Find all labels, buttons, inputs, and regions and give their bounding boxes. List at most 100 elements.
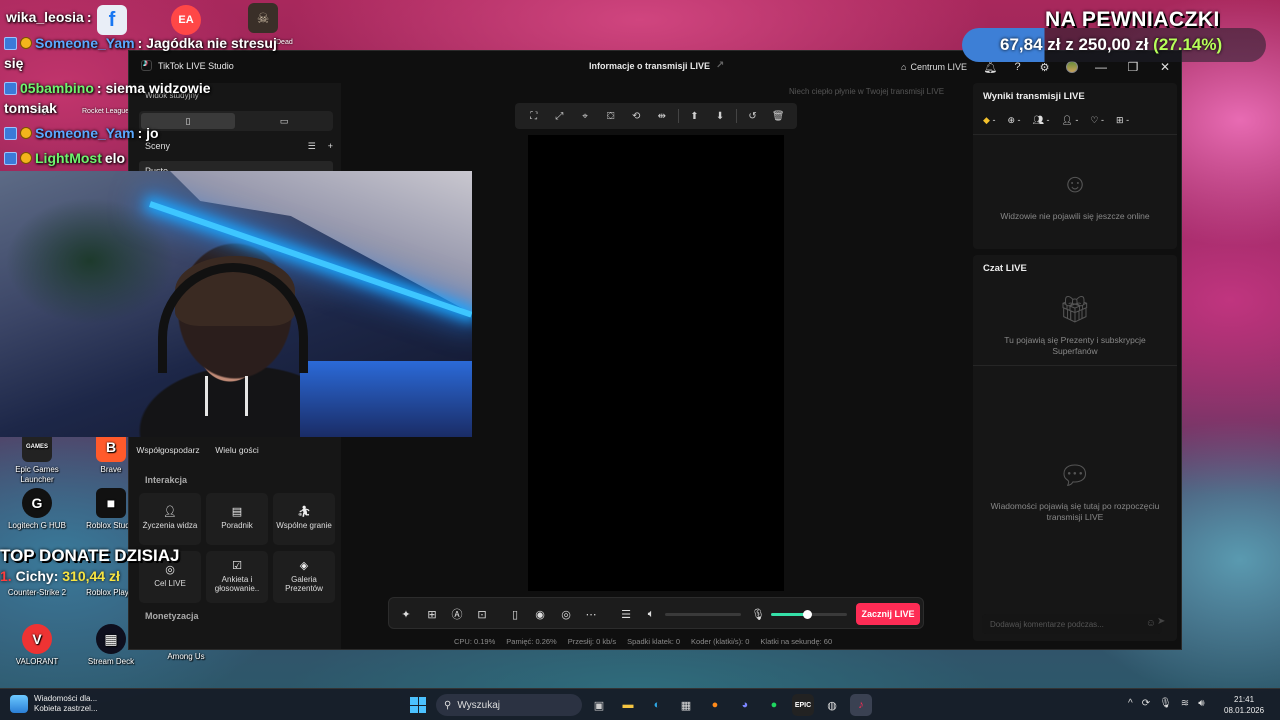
dead-game-label: Dead	[276, 39, 293, 46]
tile-label: Ankieta i głosowanie..	[214, 574, 260, 593]
centrum-live-button[interactable]: ⌂ Centrum LIVE	[891, 51, 977, 83]
ai-icon[interactable]: Ⓐ	[449, 606, 465, 622]
add-scene-icon[interactable]: +	[328, 141, 333, 152]
share-icon[interactable]: ↗	[716, 60, 724, 71]
undo-icon[interactable]: ↺	[740, 103, 766, 129]
more-icon[interactable]: ⋯	[583, 606, 599, 622]
metric-gifts[interactable]: ⊞ -	[1116, 115, 1129, 126]
chat-text: :	[86, 9, 92, 25]
chat-message: się	[4, 55, 23, 71]
poll-icon: ☑	[232, 559, 242, 572]
diamond-icon: ◆	[983, 115, 990, 125]
desktop-icon-logitech[interactable]: G Logitech G HUB	[0, 488, 74, 531]
scenes-label: Sceny	[145, 141, 171, 151]
poll-tile[interactable]: ☑ Ankieta i głosowanie..	[206, 551, 268, 603]
search-placeholder: Wyszukaj	[457, 699, 501, 711]
top-donate-widget: TOP DONATE DZISIAJ 1. Cichy: 310,44 zł	[0, 546, 179, 584]
add-source-icon[interactable]: ⊞	[424, 606, 440, 622]
results-empty-text: Widzowie nie pojawili się jeszcze online	[1000, 211, 1150, 221]
center-icon[interactable]: ⌖	[572, 103, 598, 129]
layer-down-icon[interactable]: ⬇	[707, 103, 733, 129]
multi-guest-button[interactable]: Wielu gości	[206, 439, 268, 461]
metric-coins[interactable]: ⊕ -	[1007, 115, 1020, 126]
select-all-icon[interactable]: ⛶	[521, 103, 547, 129]
co-play-tile[interactable]: ⛹︎ Wspólne granie	[273, 493, 335, 545]
gift-icon: ⊞	[1116, 115, 1124, 125]
rotate-icon[interactable]: ⟲	[623, 103, 649, 129]
chat-text: elo	[104, 150, 126, 166]
landscape-view-button[interactable]: ▭	[237, 113, 331, 129]
tiktok-live-taskbar-icon[interactable]: ♪	[850, 694, 872, 716]
start-live-button[interactable]: Zacznij LIVE	[856, 603, 920, 625]
store-icon[interactable]: ▦	[675, 694, 697, 716]
discord-icon[interactable]: ◕	[734, 694, 756, 716]
ea-app-icon[interactable]: EA	[171, 5, 201, 35]
live-results-card: Wyniki transmisji LIVE ◆ - ⊕ - 👥︎ - 👤︎ -…	[973, 83, 1177, 249]
stream-info-title[interactable]: Informacje o transmisji LIVE ↗	[589, 60, 724, 71]
chat-message: wika_leosia :	[6, 9, 92, 25]
record-icon[interactable]: ◉	[532, 606, 548, 622]
volume-icon[interactable]: 🔊︎	[1198, 698, 1204, 709]
clock[interactable]: 21:41 08.01.2026	[1224, 694, 1264, 716]
cohost-button[interactable]: Współgospodarz	[136, 439, 199, 461]
sync-icon[interactable]: ⟳	[1142, 698, 1150, 709]
desktop-icon-epic-games[interactable]: GAMES Epic Games Launcher	[0, 432, 74, 485]
stream-deck-icon: ▦	[96, 624, 126, 654]
settings-sliders-icon[interactable]: ☰	[618, 606, 634, 622]
dead-game-icon[interactable]: ☠	[248, 3, 278, 33]
metric-followers[interactable]: 👤︎ -	[1061, 115, 1078, 126]
desktop-icon-among-us[interactable]: Among Us	[149, 652, 223, 662]
news-text: Wiadomości dla... Kobieta zastrzel...	[34, 694, 98, 714]
facebook-icon[interactable]: f	[97, 5, 127, 35]
microphone-tray-icon[interactable]: 🎙︎	[1159, 698, 1172, 709]
desktop-icon-cs2[interactable]: Counter-Strike 2	[0, 588, 74, 598]
mic-volume-knob[interactable]	[802, 610, 812, 619]
metric-likes[interactable]: ♡ -	[1090, 115, 1104, 126]
system-tray: ^ ⟳ 🎙︎ ≋ 🔊︎	[1128, 698, 1205, 709]
epic-games-taskbar-icon[interactable]: EPIC	[792, 694, 814, 716]
layer-up-icon[interactable]: ⬆	[682, 103, 708, 129]
steam-icon[interactable]: ◍	[821, 694, 843, 716]
edge-icon[interactable]: ◐	[646, 694, 668, 716]
desktop-icon-valorant[interactable]: V VALORANT	[0, 624, 74, 667]
taskbar-search[interactable]: ⚲ Wyszukaj	[436, 694, 582, 716]
task-view-icon[interactable]: ▣	[588, 694, 610, 716]
speaker-volume-slider[interactable]	[665, 613, 741, 616]
guide-tile[interactable]: ▤ Poradnik	[206, 493, 268, 545]
emoji-icon[interactable]: ☺	[1146, 618, 1156, 629]
magic-effects-icon[interactable]: ✦	[398, 606, 414, 622]
crop-icon[interactable]: ⛋	[598, 103, 624, 129]
firefox-icon[interactable]: ●	[704, 694, 726, 716]
phone-icon[interactable]: ▯	[507, 606, 523, 622]
microphone-icon[interactable]: 🎙︎	[750, 606, 766, 622]
rocket-league-label: Rocket League	[82, 108, 130, 115]
metric-viewers[interactable]: 👥︎ -	[1033, 115, 1050, 126]
comment-input[interactable]: Dodawaj komentarze podczas... ☺	[982, 614, 1162, 634]
logitech-g-icon: G	[22, 488, 52, 518]
gift-gallery-tile[interactable]: ◈ Galeria Prezentów	[273, 551, 335, 603]
media-icon[interactable]: ⊡	[474, 606, 490, 622]
flip-icon[interactable]: ⇹	[649, 103, 675, 129]
viewer-wishes-tile[interactable]: 👤︎ Życzenia widza	[139, 493, 201, 545]
metric-value: -	[992, 115, 996, 125]
list-icon[interactable]: ☰	[308, 141, 316, 152]
stream-preview[interactable]	[528, 135, 784, 591]
mic-volume-slider[interactable]	[771, 610, 847, 619]
chevron-up-icon[interactable]: ^	[1128, 698, 1133, 709]
metric-value: -	[1075, 115, 1079, 125]
windows-start-icon[interactable]	[410, 697, 426, 713]
fit-icon[interactable]: ⤢	[547, 103, 573, 129]
add-user-icon: 👤︎	[1061, 115, 1073, 125]
file-explorer-icon[interactable]: ▬	[617, 694, 639, 716]
metric-value: -	[1017, 115, 1021, 125]
spotify-icon[interactable]: ●	[763, 694, 785, 716]
taskbar: Wiadomości dla... Kobieta zastrzel... ⚲ …	[0, 688, 1280, 720]
trash-icon[interactable]: 🗑︎	[765, 103, 791, 129]
wifi-icon[interactable]: ≋	[1181, 698, 1189, 709]
news-widget[interactable]: Wiadomości dla... Kobieta zastrzel...	[10, 694, 98, 714]
camera-switch-icon[interactable]: ◎	[558, 606, 574, 622]
send-icon[interactable]: ➤	[1157, 616, 1165, 627]
metric-diamonds[interactable]: ◆ -	[983, 115, 995, 126]
mod-badge-icon	[4, 126, 17, 140]
speaker-icon[interactable]: 🔈︎	[643, 606, 659, 622]
